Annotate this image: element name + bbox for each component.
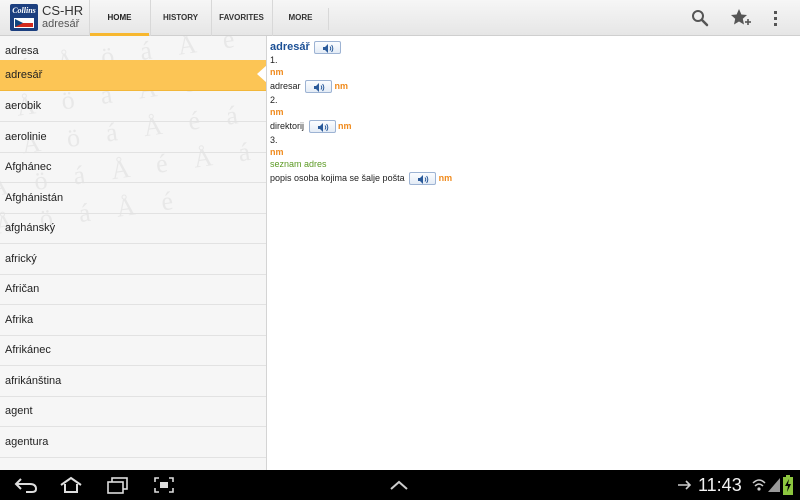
speaker-icon[interactable]	[305, 80, 333, 93]
headword-row: adresář	[270, 40, 342, 54]
speaker-icon[interactable]	[314, 41, 342, 54]
list-item[interactable]: Afrika	[0, 305, 266, 336]
sense-number: 2.	[270, 95, 278, 105]
word-list[interactable]: adresa adresář aerobik aerolinie Afgháne…	[0, 36, 267, 470]
translation-row: direktorij nm	[270, 120, 352, 133]
clock: 11:43	[698, 475, 742, 495]
translation-pos: nm	[338, 120, 352, 131]
home-icon[interactable]	[58, 476, 84, 499]
list-item[interactable]: afrikánština	[0, 366, 266, 397]
tab-history[interactable]: HISTORY	[150, 0, 210, 36]
list-item[interactable]: africký	[0, 244, 266, 275]
list-item-selected[interactable]: adresář	[0, 60, 266, 91]
sense-number: 3.	[270, 135, 278, 145]
headword: adresář	[270, 40, 310, 53]
translation: popis osoba kojima se šalje pošta	[270, 172, 405, 183]
list-item[interactable]: Afričan	[0, 274, 266, 305]
tab-more[interactable]: MORE	[272, 0, 328, 36]
part-of-speech: nm	[270, 67, 284, 77]
list-item[interactable]: aerobik	[0, 91, 266, 122]
logo-text: Collins	[12, 6, 36, 15]
signal-icon	[768, 478, 780, 497]
tab-divider	[328, 8, 329, 30]
translation: direktorij	[270, 120, 305, 131]
speaker-icon[interactable]	[308, 120, 336, 133]
tab-home[interactable]: HOME	[89, 0, 149, 36]
list-item[interactable]: aerolinie	[0, 122, 266, 153]
list-item[interactable]: afghánský	[0, 213, 266, 244]
translation-row: popis osoba kojima se šalje pošta nm	[270, 172, 452, 185]
collins-app-logo[interactable]: Collins	[10, 4, 38, 31]
part-of-speech: nm	[270, 147, 284, 157]
screenshot-icon[interactable]	[153, 476, 175, 499]
wifi-icon	[752, 477, 766, 498]
star-plus-icon[interactable]	[730, 8, 751, 28]
translation-pos: nm	[438, 172, 453, 183]
speaker-icon[interactable]	[409, 172, 437, 185]
list-item[interactable]: Afrikánec	[0, 335, 266, 366]
list-item[interactable]: agentura	[0, 427, 266, 458]
search-icon[interactable]	[690, 8, 710, 28]
list-item[interactable]: agent	[0, 396, 266, 427]
current-word-subtitle: adresář	[42, 18, 80, 30]
definition-pane: adresář 1. nm adresar nm 2. nm direktori…	[268, 36, 800, 470]
selection-pointer	[257, 65, 266, 83]
chevron-up-icon[interactable]	[388, 476, 410, 499]
sense-number: 1.	[270, 55, 278, 65]
translation: adresar	[270, 80, 301, 91]
tab-favorites[interactable]: FAVORITES	[211, 0, 271, 36]
recent-apps-icon[interactable]	[106, 476, 130, 499]
part-of-speech: nm	[270, 107, 284, 117]
back-icon[interactable]	[14, 476, 38, 499]
action-bar: Collins CS-HR adresář HOME HISTORY FAVOR…	[0, 0, 800, 36]
list-item[interactable]: Afghánistán	[0, 183, 266, 214]
dictionary-title: CS-HR	[42, 3, 84, 18]
gloss: seznam adres	[270, 159, 327, 169]
usb-notification-icon	[676, 478, 692, 497]
translation-pos: nm	[334, 80, 349, 91]
list-item[interactable]: Afghánec	[0, 152, 266, 183]
czech-flag-icon	[14, 18, 34, 28]
battery-charging-icon	[783, 475, 793, 500]
overflow-menu-icon[interactable]	[772, 8, 792, 28]
system-bar: 11:43	[0, 470, 800, 500]
translation-row: adresar nm	[270, 80, 348, 93]
